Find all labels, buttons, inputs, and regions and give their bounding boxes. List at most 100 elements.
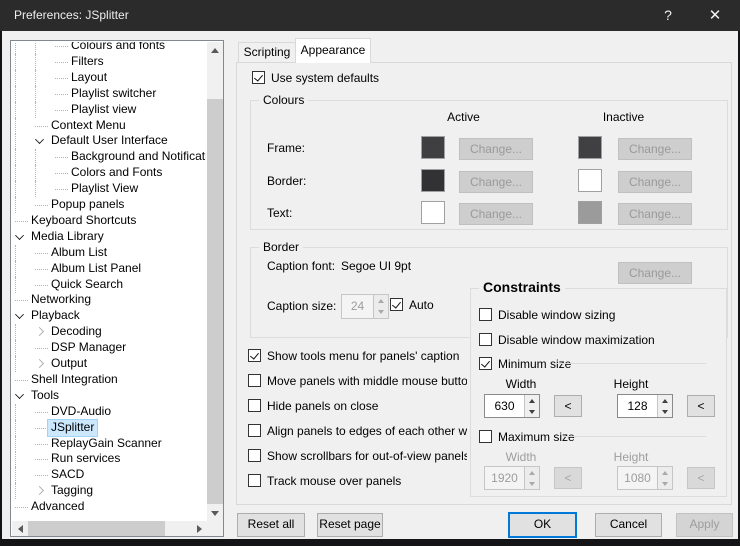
tree-item-album-list-panel[interactable]: Album List Panel [12,261,206,277]
tree-vertical-scrollbar[interactable] [207,42,223,521]
tree-item-quick-search[interactable]: Quick Search [12,277,206,293]
tree-horizontal-scrollbar[interactable] [12,521,207,537]
tree-item-decoding[interactable]: Decoding [12,324,206,340]
max-width-spinner[interactable]: 1920 [484,466,540,490]
tree-item-label[interactable]: DSP Manager [48,340,129,356]
tree-item-label[interactable]: Filters [68,54,107,70]
tree-item-label[interactable]: SACD [48,467,87,483]
tree-item-label[interactable]: Decoding [48,324,105,340]
tree-item-keyboard-shortcuts[interactable]: Keyboard Shortcuts [12,213,206,229]
tab-appearance[interactable]: Appearance [295,38,371,63]
tree-item-tagging[interactable]: Tagging [12,483,206,499]
tree-item-playlist-view[interactable]: Playlist View [12,181,206,197]
tree-item-label[interactable]: Networking [28,292,94,308]
horizontal-scroll-thumb[interactable] [28,521,165,537]
tree-item-networking[interactable]: Networking [12,292,206,308]
tree-item-playback[interactable]: Playback [12,308,206,324]
chevron-down-icon[interactable] [15,231,24,240]
tree-item-label[interactable]: Output [48,356,90,372]
minimum-size-checkbox[interactable] [479,357,492,370]
min-width-spinner[interactable]: 630 [484,394,540,418]
tree-item-label[interactable]: Shell Integration [28,372,121,388]
reset-all-button[interactable]: Reset all [237,513,305,537]
tab-scripting[interactable]: Scripting [238,42,296,63]
tree-item-label[interactable]: Playlist View [68,181,141,197]
scroll-left-icon[interactable] [12,521,28,537]
min-width-link-button[interactable]: < [554,395,582,417]
border-inactive-change-button[interactable]: Change... [618,171,692,193]
spin-up-icon[interactable] [525,395,539,406]
tree-item-popup-panels[interactable]: Popup panels [12,197,206,213]
tree-item-label[interactable]: Media Library [28,229,107,245]
max-width-link-button[interactable]: < [554,467,582,489]
cancel-button[interactable]: Cancel [595,513,662,537]
tree-item-label[interactable]: Colours and fonts [68,42,168,54]
tree-item-label[interactable]: ReplayGain Scanner [48,436,165,452]
hide-panels-on-close-checkbox[interactable] [248,399,261,412]
use-system-defaults-checkbox[interactable] [252,71,265,84]
tree-item-playlist-switcher[interactable]: Playlist switcher [12,86,206,102]
chevron-down-icon[interactable] [35,135,44,144]
tree-item-sacd[interactable]: SACD [12,467,206,483]
tree-item-layout[interactable]: Layout [12,70,206,86]
tree-item-filters[interactable]: Filters [12,54,206,70]
min-height-spinner[interactable]: 128 [617,394,673,418]
tree-item-jsplitter[interactable]: JSplitter [12,420,206,436]
tree-item-label[interactable]: Album List [48,245,110,261]
tree-item-label[interactable]: Background and Notifications [68,149,206,165]
tree-item-colours-and-fonts[interactable]: Colours and fonts [12,42,206,54]
border-active-change-button[interactable]: Change... [459,171,533,193]
text-inactive-change-button[interactable]: Change... [618,203,692,225]
tree-item-label[interactable]: DVD-Audio [48,404,114,420]
tree-item-output[interactable]: Output [12,356,206,372]
chevron-down-icon[interactable] [15,390,24,399]
tree-item-label[interactable]: Playback [28,308,83,324]
text-active-change-button[interactable]: Change... [459,203,533,225]
apply-button[interactable]: Apply [676,513,733,537]
maximum-size-checkbox[interactable] [479,430,492,443]
scroll-down-icon[interactable] [207,505,223,521]
tree-item-context-menu[interactable]: Context Menu [12,118,206,134]
caption-size-spinner[interactable]: 24 [341,294,389,319]
show-scrollbars-for-out-of-view-panels-checkbox[interactable] [248,449,261,462]
spin-down-icon[interactable] [374,307,388,319]
scroll-right-icon[interactable] [191,521,207,537]
spin-up-icon[interactable] [525,467,539,478]
min-height-link-button[interactable]: < [687,395,715,417]
chevron-right-icon[interactable] [35,359,44,368]
tree-item-label[interactable]: Context Menu [48,118,129,134]
spin-up-icon[interactable] [374,295,388,307]
frame-inactive-change-button[interactable]: Change... [618,138,692,160]
tree-item-playlist-view[interactable]: Playlist view [12,102,206,118]
tree-item-label[interactable]: Tagging [48,483,96,499]
tree-item-label[interactable]: Run services [48,451,123,467]
tree-item-dsp-manager[interactable]: DSP Manager [12,340,206,356]
tree-item-run-services[interactable]: Run services [12,451,206,467]
close-icon[interactable]: ✕ [694,0,736,31]
reset-page-button[interactable]: Reset page [317,513,383,537]
tree-item-dvd-audio[interactable]: DVD-Audio [12,404,206,420]
ok-button[interactable]: OK [508,512,577,538]
spin-up-icon[interactable] [658,395,672,406]
show-tools-menu-for-panels-caption-checkbox[interactable] [248,349,261,362]
tree-item-label[interactable]: Keyboard Shortcuts [28,213,139,229]
tree-item-label[interactable]: Quick Search [48,277,126,293]
tree-item-colors-and-fonts[interactable]: Colors and Fonts [12,165,206,181]
chevron-right-icon[interactable] [35,486,44,495]
tree-item-replaygain-scanner[interactable]: ReplayGain Scanner [12,436,206,452]
move-panels-with-middle-mouse-button-checkbox[interactable] [248,374,261,387]
spin-down-icon[interactable] [525,478,539,489]
vertical-scroll-thumb[interactable] [207,99,223,504]
caption-size-auto-checkbox[interactable] [390,298,403,311]
frame-active-change-button[interactable]: Change... [459,138,533,160]
tree-item-label[interactable]: Advanced [28,499,87,515]
tree-item-default-user-interface[interactable]: Default User Interface [12,133,206,149]
align-panels-to-edges-of-each-other-when-checkbox[interactable] [248,424,261,437]
disable-window-maximization-checkbox[interactable] [479,333,492,346]
max-height-spinner[interactable]: 1080 [617,466,673,490]
tree-item-album-list[interactable]: Album List [12,245,206,261]
spin-down-icon[interactable] [658,478,672,489]
tree-item-tools[interactable]: Tools [12,388,206,404]
spin-down-icon[interactable] [525,406,539,417]
tree-item-label[interactable]: Album List Panel [48,261,144,277]
